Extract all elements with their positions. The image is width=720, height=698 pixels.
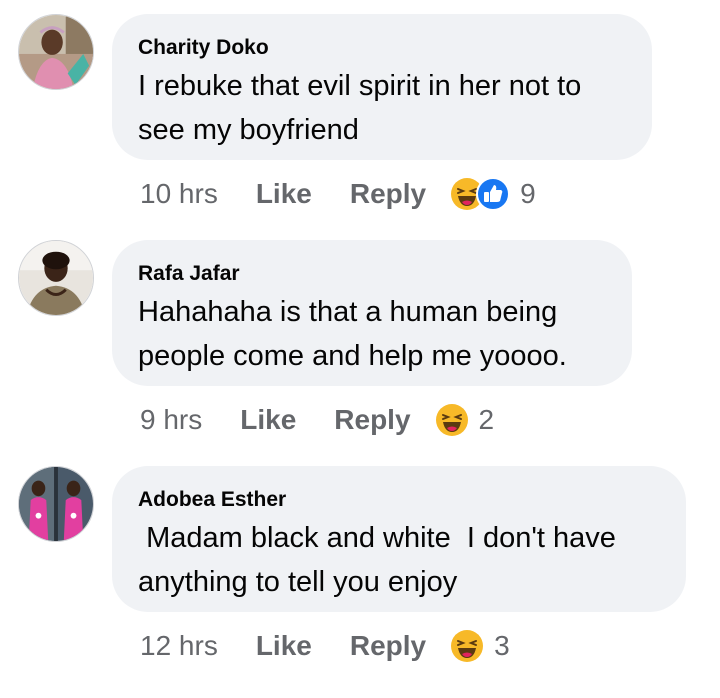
comment-list: Charity Doko I rebuke that evil spirit i… xyxy=(0,0,720,698)
reaction-summary[interactable]: 3 xyxy=(450,629,510,663)
reply-button[interactable]: Reply xyxy=(350,178,426,210)
like-button[interactable]: Like xyxy=(256,178,312,210)
reaction-count: 3 xyxy=(494,630,510,661)
reaction-summary[interactable]: 2 xyxy=(435,403,495,437)
haha-icon xyxy=(435,403,469,437)
comment-bubble: Rafa Jafar Hahahaha is that a human bein… xyxy=(112,240,632,386)
comment-meta: 9 hrs Like Reply 2 xyxy=(140,400,494,440)
avatar[interactable] xyxy=(18,240,94,316)
comment-text: Hahahaha is that a human being people co… xyxy=(138,296,567,372)
comment-text: I rebuke that evil spirit in her not to … xyxy=(138,70,590,146)
reaction-summary[interactable]: 9 xyxy=(450,177,536,211)
comment-text: Madam black and white I don't have anyth… xyxy=(138,522,624,598)
comment-author[interactable]: Adobea Esther xyxy=(138,488,660,512)
comment-timestamp[interactable]: 12 hrs xyxy=(140,630,218,662)
avatar-photo xyxy=(19,467,93,541)
reply-button[interactable]: Reply xyxy=(350,630,426,662)
comment-author[interactable]: Rafa Jafar xyxy=(138,262,606,286)
avatar[interactable] xyxy=(18,466,94,542)
comment-author[interactable]: Charity Doko xyxy=(138,36,626,60)
haha-icon xyxy=(450,629,484,663)
reply-button[interactable]: Reply xyxy=(334,404,410,436)
comment-timestamp[interactable]: 10 hrs xyxy=(140,178,218,210)
reaction-count: 2 xyxy=(478,404,495,435)
comment-bubble: Adobea Esther Madam black and white I do… xyxy=(112,466,686,612)
like-icon xyxy=(476,177,511,211)
comment-meta: 12 hrs Like Reply 3 xyxy=(140,626,510,666)
like-button[interactable]: Like xyxy=(256,630,312,662)
comment-meta: 10 hrs Like Reply 9 xyxy=(140,174,536,214)
reaction-count: 9 xyxy=(520,178,536,209)
avatar-photo xyxy=(19,241,93,315)
comment-timestamp[interactable]: 9 hrs xyxy=(140,404,202,436)
avatar[interactable] xyxy=(18,14,94,90)
avatar-photo xyxy=(19,15,93,89)
like-button[interactable]: Like xyxy=(240,404,296,436)
comment-bubble: Charity Doko I rebuke that evil spirit i… xyxy=(112,14,652,160)
